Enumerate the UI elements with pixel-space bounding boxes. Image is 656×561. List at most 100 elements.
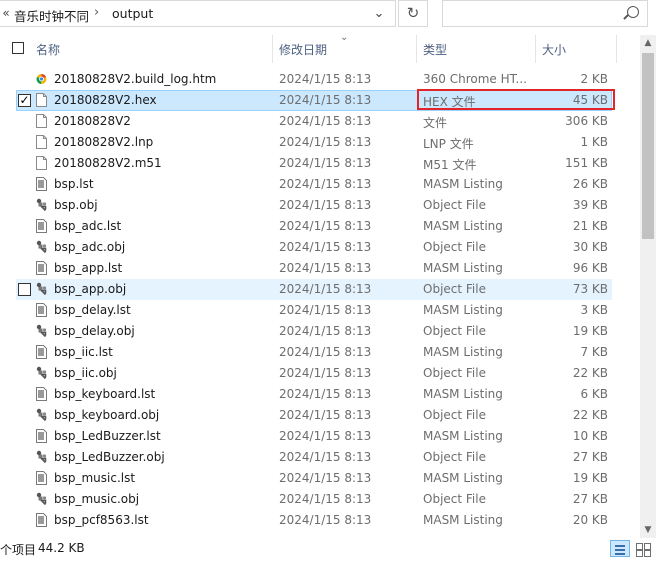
file-row[interactable]: 20180828V2.lnp 2024/1/15 8:13 LNP 文件 1 KB <box>0 132 640 153</box>
file-type: MASM Listing <box>423 261 503 275</box>
column-header: 名称 ⌄ 修改日期 类型 大小 <box>0 32 640 63</box>
scrollbar-thumb[interactable] <box>642 53 654 239</box>
file-row[interactable]: bsp_music.obj 2024/1/15 8:13 Object File 27… <box>0 489 640 510</box>
breadcrumb-separator-icon[interactable]: › <box>94 5 99 20</box>
listing-file-icon <box>36 219 47 233</box>
sort-chevron-icon: ⌄ <box>340 32 349 43</box>
address-box[interactable]: « 音乐时钟不同 › output ⌄ <box>0 0 396 27</box>
column-divider[interactable] <box>616 35 617 63</box>
file-row[interactable]: bsp_iic.obj 2024/1/15 8:13 Object File 22 K… <box>0 363 640 384</box>
file-row[interactable]: bsp_delay.obj 2024/1/15 8:13 Object File 19… <box>0 321 640 342</box>
file-row[interactable]: bsp_iic.lst 2024/1/15 8:13 MASM Listing 7 K… <box>0 342 640 363</box>
file-date: 2024/1/15 8:13 <box>279 282 372 296</box>
file-date: 2024/1/15 8:13 <box>279 450 372 464</box>
file-row[interactable]: 20180828V2.build_log.htm 2024/1/15 8:13 36… <box>0 69 640 90</box>
breadcrumb-current[interactable]: output <box>112 6 153 21</box>
column-date-header[interactable]: 修改日期 <box>279 41 327 58</box>
file-row[interactable]: bsp_app.obj 2024/1/15 8:13 Object File 73 K… <box>0 279 640 300</box>
search-icon <box>627 6 639 18</box>
scroll-down-arrow-icon[interactable]: ▼ <box>640 522 656 538</box>
listing-file-icon <box>36 177 47 191</box>
file-row[interactable]: bsp_adc.lst 2024/1/15 8:13 MASM Listing 21 … <box>0 216 640 237</box>
column-divider[interactable] <box>272 35 273 63</box>
file-date: 2024/1/15 8:13 <box>279 492 372 506</box>
file-row[interactable]: bsp_LedBuzzer.obj 2024/1/15 8:13 Object Fi… <box>0 447 640 468</box>
file-date: 2024/1/15 8:13 <box>279 114 372 128</box>
file-size: 19 KB <box>572 324 608 338</box>
listing-file-icon <box>36 387 47 401</box>
object-file-icon <box>36 282 47 296</box>
file-date: 2024/1/15 8:13 <box>279 72 372 86</box>
column-name-header[interactable]: 名称 <box>36 41 60 58</box>
refresh-icon: ↻ <box>406 4 420 22</box>
file-date: 2024/1/15 8:13 <box>279 387 372 401</box>
file-date: 2024/1/15 8:13 <box>279 135 372 149</box>
file-row[interactable]: bsp_music.lst 2024/1/15 8:13 MASM Listing 1… <box>0 468 640 489</box>
file-date: 2024/1/15 8:13 <box>279 429 372 443</box>
file-size: 96 KB <box>572 261 608 275</box>
column-divider[interactable] <box>535 35 536 63</box>
file-row[interactable]: bsp.obj 2024/1/15 8:13 Object File 39 KB <box>0 195 640 216</box>
file-list: 20180828V2.build_log.htm 2024/1/15 8:13 36… <box>0 69 640 532</box>
file-name: bsp_LedBuzzer.lst <box>54 429 161 443</box>
file-size: 27 KB <box>572 450 608 464</box>
row-checkbox[interactable] <box>18 283 31 296</box>
file-row[interactable]: bsp.lst 2024/1/15 8:13 MASM Listing 26 KB <box>0 174 640 195</box>
file-row[interactable]: bsp_LedBuzzer.lst 2024/1/15 8:13 MASM List… <box>0 426 640 447</box>
large-icons-view-button[interactable] <box>634 540 652 557</box>
status-bar: 个项目 44.2 KB <box>0 538 656 561</box>
refresh-button[interactable]: ↻ <box>398 0 428 27</box>
vertical-scrollbar[interactable]: ▲ ▼ <box>640 35 656 538</box>
file-name: bsp_iic.lst <box>54 345 113 359</box>
column-type-header[interactable]: 类型 <box>423 41 447 58</box>
file-date: 2024/1/15 8:13 <box>279 366 372 380</box>
select-all-checkbox[interactable] <box>12 42 24 54</box>
listing-file-icon <box>36 471 47 485</box>
file-type: MASM Listing <box>423 471 503 485</box>
file-size: 306 KB <box>565 114 608 128</box>
listing-file-icon <box>36 261 47 275</box>
file-size: 6 KB <box>580 387 608 401</box>
file-type: M51 文件 <box>423 158 477 172</box>
blank-file-icon <box>36 156 47 170</box>
file-row[interactable]: 20180828V2.m51 2024/1/15 8:13 M51 文件 151 KB <box>0 153 640 174</box>
file-size: 27 KB <box>572 492 608 506</box>
file-type: 文件 <box>423 116 448 130</box>
file-size: 30 KB <box>572 240 608 254</box>
file-row[interactable]: bsp_keyboard.lst 2024/1/15 8:13 MASM Listi… <box>0 384 640 405</box>
file-date: 2024/1/15 8:13 <box>279 408 372 422</box>
blank-file-icon <box>36 93 47 107</box>
file-row[interactable]: 20180828V2 2024/1/15 8:13 文件 306 KB <box>0 111 640 132</box>
file-size: 22 KB <box>572 366 608 380</box>
file-row[interactable]: bsp_delay.lst 2024/1/15 8:13 MASM Listing 3… <box>0 300 640 321</box>
file-row[interactable]: bsp_app.lst 2024/1/15 8:13 MASM Listing 96 … <box>0 258 640 279</box>
file-type: MASM Listing <box>423 387 503 401</box>
column-divider[interactable] <box>416 35 417 63</box>
file-row[interactable]: bsp_adc.obj 2024/1/15 8:13 Object File 30 K… <box>0 237 640 258</box>
chrome-html-icon <box>36 74 47 84</box>
file-name: bsp_delay.obj <box>54 324 135 338</box>
address-history-dropdown-icon[interactable]: ⌄ <box>368 4 390 24</box>
file-date: 2024/1/15 8:13 <box>279 240 372 254</box>
file-size: 22 KB <box>572 408 608 422</box>
address-bar: « 音乐时钟不同 › output ⌄ ↻ <box>0 0 656 29</box>
details-view-button[interactable] <box>610 540 630 557</box>
file-date: 2024/1/15 8:13 <box>279 303 372 317</box>
file-date: 2024/1/15 8:13 <box>279 156 372 170</box>
file-size: 2 KB <box>580 72 608 86</box>
scroll-up-arrow-icon[interactable]: ▲ <box>640 35 656 51</box>
file-name: bsp_keyboard.obj <box>54 408 160 422</box>
object-file-icon <box>36 408 47 422</box>
file-type: MASM Listing <box>423 219 503 233</box>
search-input[interactable] <box>442 0 648 27</box>
breadcrumb-parent[interactable]: 音乐时钟不同 <box>14 6 89 25</box>
file-date: 2024/1/15 8:13 <box>279 324 372 338</box>
file-date: 2024/1/15 8:13 <box>279 93 372 107</box>
listing-file-icon <box>36 513 47 527</box>
file-row[interactable]: bsp_keyboard.obj 2024/1/15 8:13 Object Fil… <box>0 405 640 426</box>
row-checkbox[interactable]: ✓ <box>18 94 31 107</box>
file-size: 7 KB <box>580 345 608 359</box>
overflow-chevron-icon[interactable]: « <box>0 6 12 20</box>
column-size-header[interactable]: 大小 <box>542 41 566 58</box>
file-row[interactable]: bsp_pcf8563.lst 2024/1/15 8:13 MASM Listin… <box>0 510 640 531</box>
